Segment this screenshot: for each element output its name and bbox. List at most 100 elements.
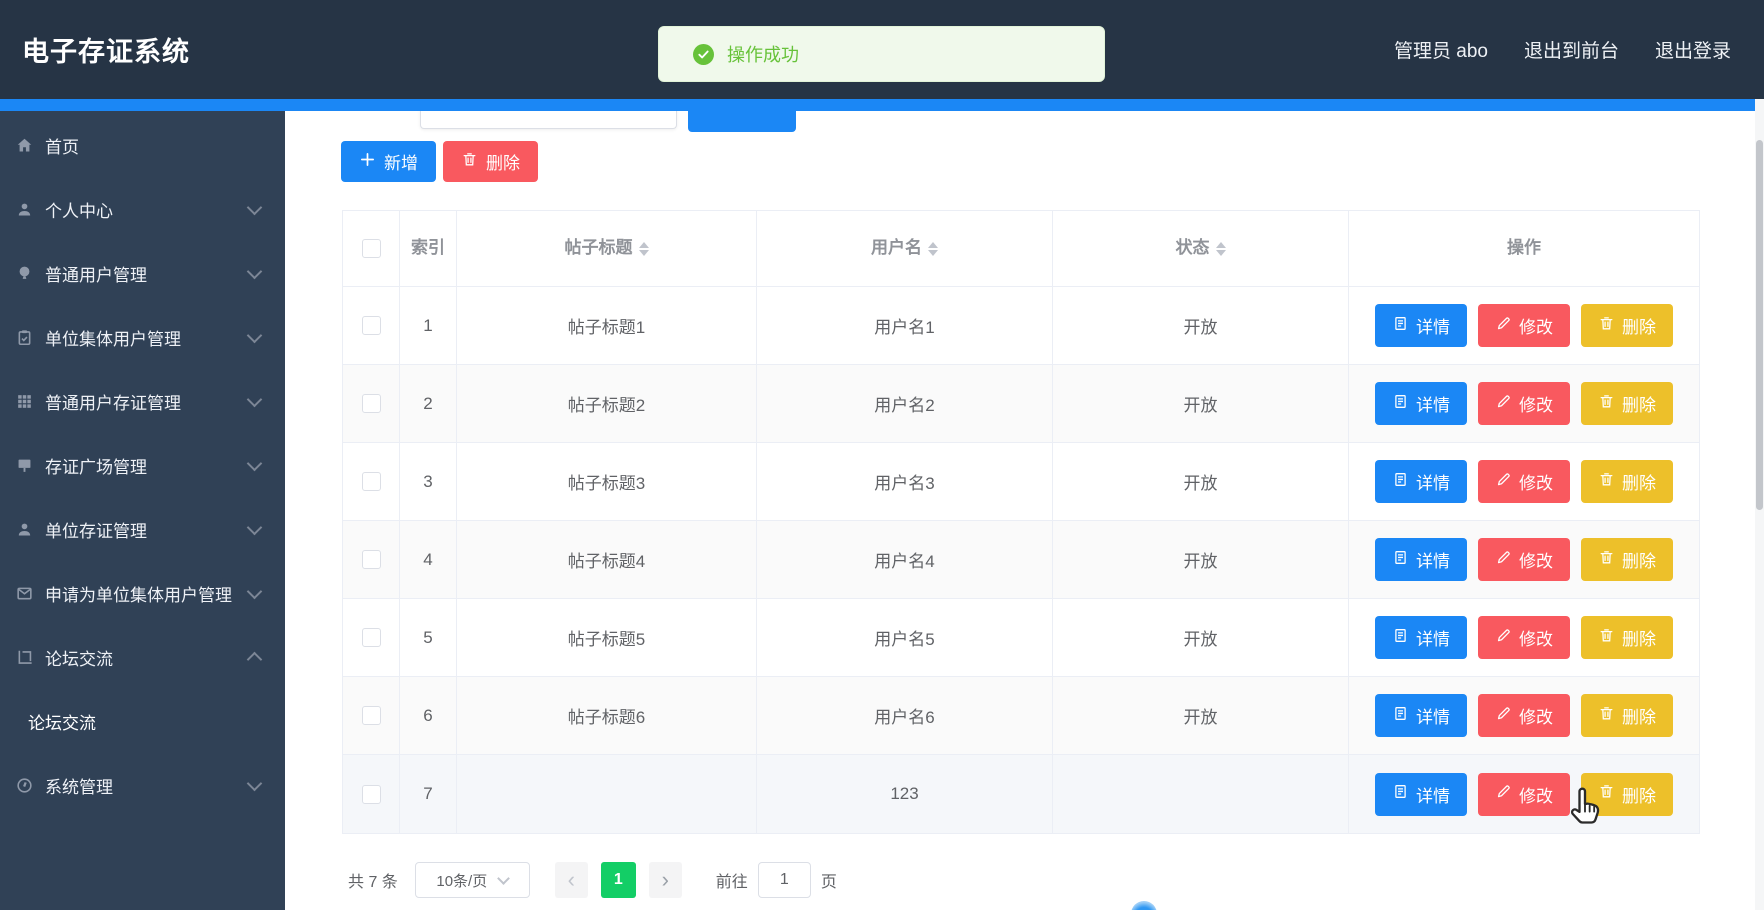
row-checkbox[interactable] — [361, 394, 381, 413]
bulk-delete-button[interactable]: 删除 — [443, 141, 538, 182]
detail-button[interactable]: 详情 — [1375, 304, 1467, 347]
sidebar-item-8[interactable]: 论坛交流 — [0, 625, 285, 689]
add-button[interactable]: 新增 — [341, 141, 436, 182]
sidebar-item-3[interactable]: 单位集体用户管理 — [0, 305, 285, 369]
row-checkbox[interactable] — [361, 472, 381, 491]
sidebar-item-6[interactable]: 单位存证管理 — [0, 497, 285, 561]
current-user-menu[interactable]: 管理员 abo — [1394, 36, 1488, 63]
bulk-delete-button-label: 删除 — [486, 154, 520, 173]
detail-button-label: 详情 — [1416, 474, 1450, 493]
row-select-cell — [343, 599, 400, 677]
row-checkbox[interactable] — [361, 316, 381, 335]
pagination: 共 7 条 10条/页 ‹ 1 › 前往 页 — [348, 862, 837, 898]
row-checkbox[interactable] — [361, 550, 381, 569]
edit-button[interactable]: 修改 — [1478, 616, 1570, 659]
edit-button[interactable]: 修改 — [1478, 460, 1570, 503]
row-checkbox[interactable] — [361, 706, 381, 725]
chevron-down-icon — [246, 775, 263, 791]
sidebar-item-2[interactable]: 普通用户管理 — [0, 241, 285, 305]
pen-icon — [1495, 627, 1512, 649]
exit-to-front-link[interactable]: 退出到前台 — [1524, 36, 1619, 63]
index-cell: 6 — [400, 677, 457, 755]
sidebar-item-5[interactable]: 存证广场管理 — [0, 433, 285, 497]
ops-cell: 详情 修改 删除 — [1349, 677, 1699, 755]
delete-button[interactable]: 删除 — [1581, 382, 1673, 425]
row-checkbox[interactable] — [361, 628, 381, 647]
table-row: 5 帖子标题5 用户名5 开放 详情 修改 删除 — [343, 599, 1699, 677]
select-all-checkbox[interactable] — [361, 239, 381, 258]
vertical-scrollbar[interactable] — [1755, 99, 1764, 910]
logout-link[interactable]: 退出登录 — [1655, 36, 1731, 63]
app-window: 电子存证系统 管理员 abo 退出到前台 退出登录 操作成功 首页 个人中心 普通用… — [0, 0, 1764, 910]
main-content: 新增 删除 索引 帖子标题 用户名 状态 操作 1 帖子标题1 用户名1 开放 … — [285, 111, 1756, 910]
index-cell: 2 — [400, 365, 457, 443]
page-size-select[interactable]: 10条/页 — [414, 862, 530, 898]
row-actions: 详情 修改 删除 — [1375, 616, 1673, 659]
edit-button[interactable]: 修改 — [1478, 538, 1570, 581]
detail-button[interactable]: 详情 — [1375, 616, 1467, 659]
status-header[interactable]: 状态 — [1053, 211, 1349, 287]
sort-carets-icon[interactable] — [638, 241, 649, 256]
current-page-button[interactable]: 1 — [600, 862, 636, 898]
balloon-icon — [14, 263, 34, 283]
row-actions: 详情 修改 删除 — [1375, 460, 1673, 503]
table-header-row: 索引 帖子标题 用户名 状态 操作 — [343, 211, 1699, 287]
row-select-cell — [343, 677, 400, 755]
delete-button[interactable]: 删除 — [1581, 304, 1673, 347]
detail-button[interactable]: 详情 — [1375, 772, 1467, 816]
sidebar-item-7[interactable]: 申请为单位集体用户管理 — [0, 561, 285, 625]
row-actions: 详情 修改 删除 — [1375, 304, 1673, 347]
trash-icon — [1598, 705, 1615, 727]
sort-carets-icon[interactable] — [1215, 241, 1226, 256]
plus-icon — [359, 151, 376, 173]
table-row: 2 帖子标题2 用户名2 开放 详情 修改 删除 — [343, 365, 1699, 443]
detail-button-label: 详情 — [1416, 630, 1450, 649]
user-cell: 用户名6 — [757, 677, 1053, 755]
trash-icon — [1598, 471, 1615, 493]
scrollbar-thumb[interactable] — [1756, 140, 1763, 510]
title-cell: 帖子标题2 — [457, 365, 757, 443]
sidebar-item-4[interactable]: 普通用户存证管理 — [0, 369, 285, 433]
status-cell: 开放 — [1053, 521, 1349, 599]
trash-icon — [1598, 393, 1615, 415]
search-input[interactable] — [420, 111, 677, 129]
grid-icon — [14, 391, 34, 411]
next-page-button[interactable]: › — [648, 862, 682, 898]
pen-icon — [1495, 705, 1512, 727]
prev-page-button[interactable]: ‹ — [554, 862, 588, 898]
delete-button[interactable]: 删除 — [1581, 538, 1673, 581]
detail-button[interactable]: 详情 — [1375, 382, 1467, 425]
doc-icon — [1392, 783, 1409, 805]
edit-button[interactable]: 修改 — [1478, 694, 1570, 737]
detail-button[interactable]: 详情 — [1375, 460, 1467, 503]
ops-cell: 详情 修改 删除 — [1349, 287, 1699, 365]
goto-page-input[interactable] — [757, 862, 811, 898]
edit-button[interactable]: 修改 — [1478, 304, 1570, 347]
sidebar-item-9[interactable]: 论坛交流 — [0, 689, 285, 753]
detail-button[interactable]: 详情 — [1375, 694, 1467, 737]
title-cell — [457, 755, 757, 833]
sidebar-item-10[interactable]: 系统管理 — [0, 753, 285, 817]
delete-button[interactable]: 删除 — [1581, 460, 1673, 503]
edit-button[interactable]: 修改 — [1478, 772, 1570, 816]
pen-icon — [1495, 783, 1512, 805]
delete-button[interactable]: 删除 — [1581, 694, 1673, 737]
sort-carets-icon[interactable] — [928, 241, 938, 256]
detail-button[interactable]: 详情 — [1375, 538, 1467, 581]
sidebar-item-1[interactable]: 个人中心 — [0, 177, 285, 241]
page-size-value: 10条/页 — [436, 872, 488, 890]
status-cell — [1053, 755, 1349, 833]
detail-button-label: 详情 — [1416, 396, 1450, 415]
delete-button[interactable]: 删除 — [1581, 616, 1673, 659]
row-checkbox[interactable] — [361, 784, 381, 804]
edit-button[interactable]: 修改 — [1478, 382, 1570, 425]
user-header[interactable]: 用户名 — [757, 211, 1053, 287]
search-button[interactable] — [688, 111, 796, 132]
app-title: 电子存证系统 — [22, 37, 190, 67]
row-select-cell — [343, 443, 400, 521]
delete-button[interactable]: 删除 — [1581, 772, 1673, 816]
title-header[interactable]: 帖子标题 — [457, 211, 757, 287]
sidebar-item-0[interactable]: 首页 — [0, 113, 285, 177]
row-actions: 详情 修改 删除 — [1375, 694, 1673, 737]
check-circle-icon — [693, 43, 714, 65]
